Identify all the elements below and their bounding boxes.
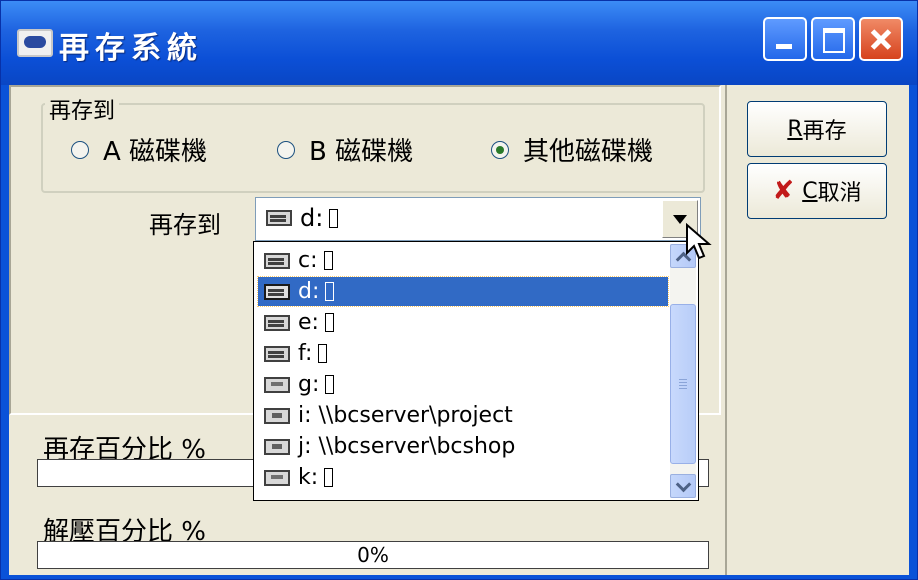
option-label: g: xyxy=(298,372,320,397)
dropdown-item-j[interactable]: j: \\bcserver\bcshop xyxy=(258,432,668,461)
main-window: 再存系統 再存到 A 磁碟機 B 磁碟機 其他磁碟機 再存到 d: c: d: … xyxy=(0,0,918,580)
drive-dropdown-list[interactable]: c: d: e: f: g: i: \\bcserver\project j: … xyxy=(253,241,699,501)
placeholder-glyph xyxy=(324,313,334,332)
placeholder-glyph xyxy=(324,468,334,487)
radio-button[interactable] xyxy=(491,140,509,159)
placeholder-glyph xyxy=(325,375,335,394)
radio-drive-a[interactable]: A 磁碟機 xyxy=(71,131,207,168)
client-area: 再存到 A 磁碟機 B 磁碟機 其他磁碟機 再存到 d: c: d: e: f:… xyxy=(9,85,909,575)
dropdown-scrollbar[interactable] xyxy=(670,244,696,498)
combobox-selected-text: d: xyxy=(300,204,324,232)
cancel-button[interactable]: ✘ C 取消 xyxy=(747,163,887,219)
placeholder-glyph xyxy=(329,208,339,228)
close-button[interactable] xyxy=(859,17,903,61)
dropdown-item-d[interactable]: d: xyxy=(257,276,669,307)
save-accelerator: R xyxy=(787,116,803,142)
radio-drive-b[interactable]: B 磁碟機 xyxy=(277,131,413,168)
radio-other-drive[interactable]: 其他磁碟機 xyxy=(491,131,653,168)
option-label: j: \\bcserver\bcshop xyxy=(298,434,516,459)
save-to-combobox[interactable]: d: xyxy=(255,197,701,241)
radio-label: A 磁碟機 xyxy=(103,137,208,167)
drive-icon xyxy=(266,210,292,226)
option-label: d: xyxy=(298,279,320,304)
radio-label: 其他磁碟機 xyxy=(523,137,654,167)
save-to-group-label: 再存到 xyxy=(45,93,120,125)
dropdown-item-i[interactable]: i: \\bcserver\project xyxy=(258,401,668,430)
save-button-label: 再存 xyxy=(802,119,847,144)
dropdown-item-c[interactable]: c: xyxy=(258,246,668,275)
network-drive-icon xyxy=(264,438,290,455)
placeholder-glyph xyxy=(323,251,333,270)
dropdown-item-e[interactable]: e: xyxy=(258,308,668,337)
action-panel: R 再存 ✘ C 取消 xyxy=(725,85,909,575)
dropdown-item-f[interactable]: f: xyxy=(258,339,668,368)
cancel-button-label: 取消 xyxy=(817,181,862,206)
option-label: e: xyxy=(298,310,319,335)
cancel-x-icon: ✘ xyxy=(772,176,795,206)
save-button[interactable]: R 再存 xyxy=(747,101,887,157)
option-label: c: xyxy=(298,248,318,273)
network-drive-icon xyxy=(264,407,290,424)
dropdown-item-g[interactable]: g: xyxy=(258,370,668,399)
window-title: 再存系統 xyxy=(59,31,203,66)
minimize-button[interactable] xyxy=(763,17,807,61)
removable-drive-icon xyxy=(264,469,290,486)
scroll-down-button[interactable] xyxy=(670,474,696,498)
drive-icon xyxy=(264,345,290,362)
dropdown-item-k[interactable]: k: xyxy=(258,463,668,492)
radio-button[interactable] xyxy=(71,140,89,159)
drive-icon xyxy=(264,314,290,331)
option-label: i: \\bcserver\project xyxy=(298,403,513,428)
save-to-label: 再存到 xyxy=(149,211,221,239)
combobox-value: d: xyxy=(266,204,339,232)
placeholder-glyph xyxy=(325,282,335,301)
radio-button[interactable] xyxy=(277,140,295,159)
option-label: k: xyxy=(298,465,319,490)
drive-icon xyxy=(264,283,290,300)
removable-drive-icon xyxy=(264,376,290,393)
app-icon xyxy=(17,29,53,57)
option-label: f: xyxy=(298,341,313,366)
radio-label: B 磁碟機 xyxy=(309,137,414,167)
scroll-thumb[interactable] xyxy=(670,304,696,464)
placeholder-glyph xyxy=(318,344,328,363)
title-bar[interactable]: 再存系統 xyxy=(1,1,917,85)
decompress-progress-bar: 0% xyxy=(37,541,709,569)
maximize-button[interactable] xyxy=(811,17,855,61)
drive-icon xyxy=(264,252,290,269)
cancel-accelerator: C xyxy=(802,178,818,204)
